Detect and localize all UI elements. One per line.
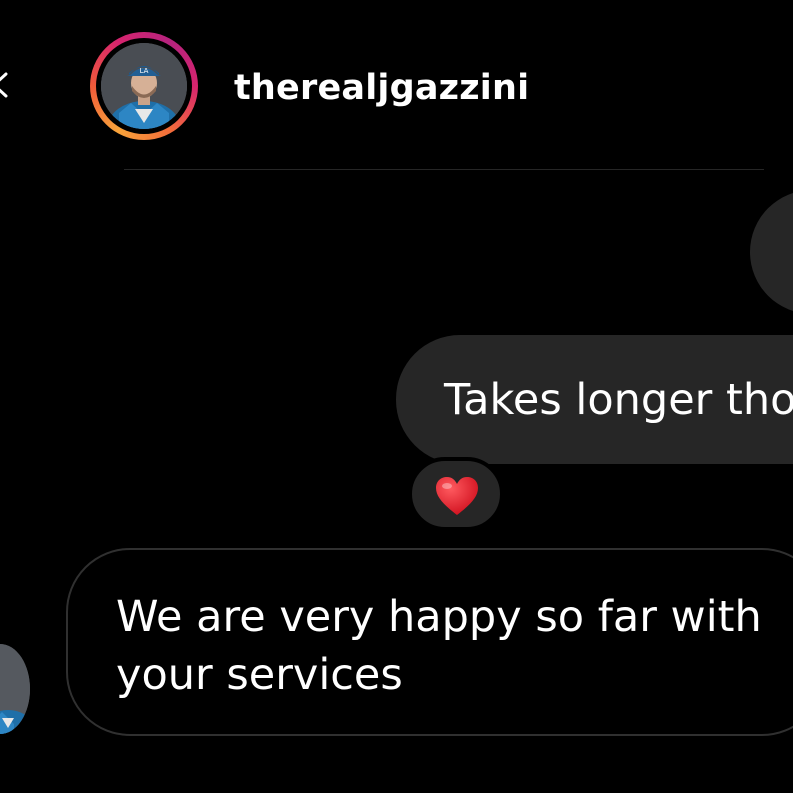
chat-username[interactable]: therealjgazzini <box>234 66 529 110</box>
received-message-bubble[interactable]: We are very happy so far with your servi… <box>66 548 793 736</box>
chat-screen: LA therealjgazzini Takes longer tho We a… <box>0 0 793 793</box>
header-avatar[interactable]: LA <box>101 43 187 129</box>
message-reaction[interactable] <box>408 457 504 531</box>
sender-avatar[interactable] <box>0 644 30 734</box>
sent-message-text: Takes longer tho <box>444 375 793 425</box>
red-heart-icon <box>436 477 478 515</box>
header-divider <box>124 169 764 170</box>
sent-message-bubble[interactable]: Takes longer tho <box>396 335 793 464</box>
svg-text:LA: LA <box>140 67 149 75</box>
back-arrow-icon[interactable] <box>0 70 8 100</box>
message-bubble-offscreen[interactable] <box>750 190 793 314</box>
received-message-text: We are very happy so far with your servi… <box>116 592 762 700</box>
story-ring[interactable]: LA <box>90 32 198 140</box>
